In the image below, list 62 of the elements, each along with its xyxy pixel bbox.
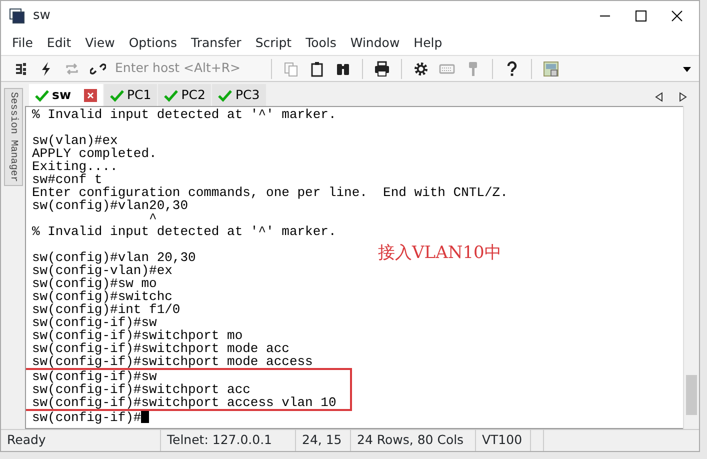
status-text: Ready [1, 430, 161, 451]
menu-item[interactable]: View [78, 34, 122, 52]
clipboard-icon [309, 60, 325, 76]
menu-item[interactable]: Edit [40, 34, 78, 52]
app-icon [9, 8, 25, 24]
scrollbar[interactable] [683, 106, 699, 429]
printer-icon [374, 60, 390, 76]
close-icon[interactable] [671, 10, 683, 22]
terminal-line: Exiting.... [32, 160, 118, 173]
next-icon[interactable] [679, 92, 687, 102]
terminal-line: APPLY completed. [32, 147, 157, 160]
terminal-line: sw(config)#vlan20,30 [32, 199, 188, 212]
menu-item[interactable]: Script [248, 34, 299, 52]
terminal-line: sw(config)#switchc [32, 290, 172, 303]
menu-item[interactable]: Tools [298, 34, 344, 52]
previous-icon[interactable] [655, 92, 663, 102]
terminal-line: sw(config-if)#switchport access vlan 10 [26, 396, 352, 411]
chain-icon [90, 60, 106, 76]
terminal-line: sw#conf t [32, 173, 102, 186]
terminal-line: sw(config-if)#switchport acc [26, 383, 352, 396]
check-icon [164, 88, 178, 102]
terminal-line: sw(config)#int f1/0 [32, 303, 180, 316]
terminal[interactable] [25, 106, 683, 429]
session-tab[interactable]: PC2 [158, 84, 212, 106]
window-title: sw [33, 7, 50, 26]
status-text: 24, 15 [296, 430, 351, 451]
dropdown-icon[interactable] [683, 66, 691, 72]
session-tab[interactable]: PC1 [104, 84, 158, 106]
window-icon [543, 60, 559, 76]
check-icon [35, 88, 49, 102]
terminal-line: sw(config-if)#switchport mo [32, 329, 243, 342]
check-icon [218, 88, 232, 102]
terminal-line: ^ [149, 212, 157, 225]
status-text: VT100 [476, 430, 531, 451]
session-tab[interactable]: PC3 [212, 84, 266, 106]
maximize-icon[interactable] [635, 10, 647, 22]
terminal-line: sw(config-if)#switchport mode acc [32, 342, 290, 355]
status-text: Telnet: 127.0.0.1 [161, 430, 296, 451]
menu-item[interactable]: Transfer [184, 34, 248, 52]
menu-item[interactable]: Window [343, 34, 407, 52]
host-field[interactable]: Enter host <Alt+R> [113, 58, 263, 79]
terminal-line: sw(config)#vlan 20,30 [32, 251, 196, 264]
terminal-line: % Invalid input detected at '^' marker. [32, 225, 336, 238]
terminal-line: sw(vlan)#ex [32, 134, 118, 147]
settings-icon [413, 60, 429, 76]
terminal-line: % Invalid input detected at '^' marker. [32, 108, 336, 121]
terminal-line: sw(config-vlan)#ex [32, 264, 172, 277]
terminal-line: sw(config-if)#sw [26, 368, 352, 383]
terminal-line: sw(config-if)#switchport mode access [32, 355, 313, 368]
terminal-line: sw(config-if)# [32, 411, 150, 424]
session-tab[interactable]: sw [29, 84, 103, 106]
menu-item[interactable]: Options [122, 34, 184, 52]
arrows-icon [64, 60, 80, 76]
menu-item[interactable]: Help [406, 34, 450, 52]
terminal-line: sw(config)#sw mo [32, 277, 157, 290]
terminal-line: Enter configuration commands, one per line. End with CNTL/Z. [32, 186, 508, 199]
terminal-line: sw(config-if)#sw [32, 316, 157, 329]
copy-icon [283, 60, 299, 76]
session-manager-tab[interactable]: Session Manager [4, 88, 22, 186]
check-icon [110, 88, 124, 102]
menu-item[interactable]: File [5, 34, 40, 52]
status-text: 24 Rows, 80 Cols [351, 430, 476, 451]
